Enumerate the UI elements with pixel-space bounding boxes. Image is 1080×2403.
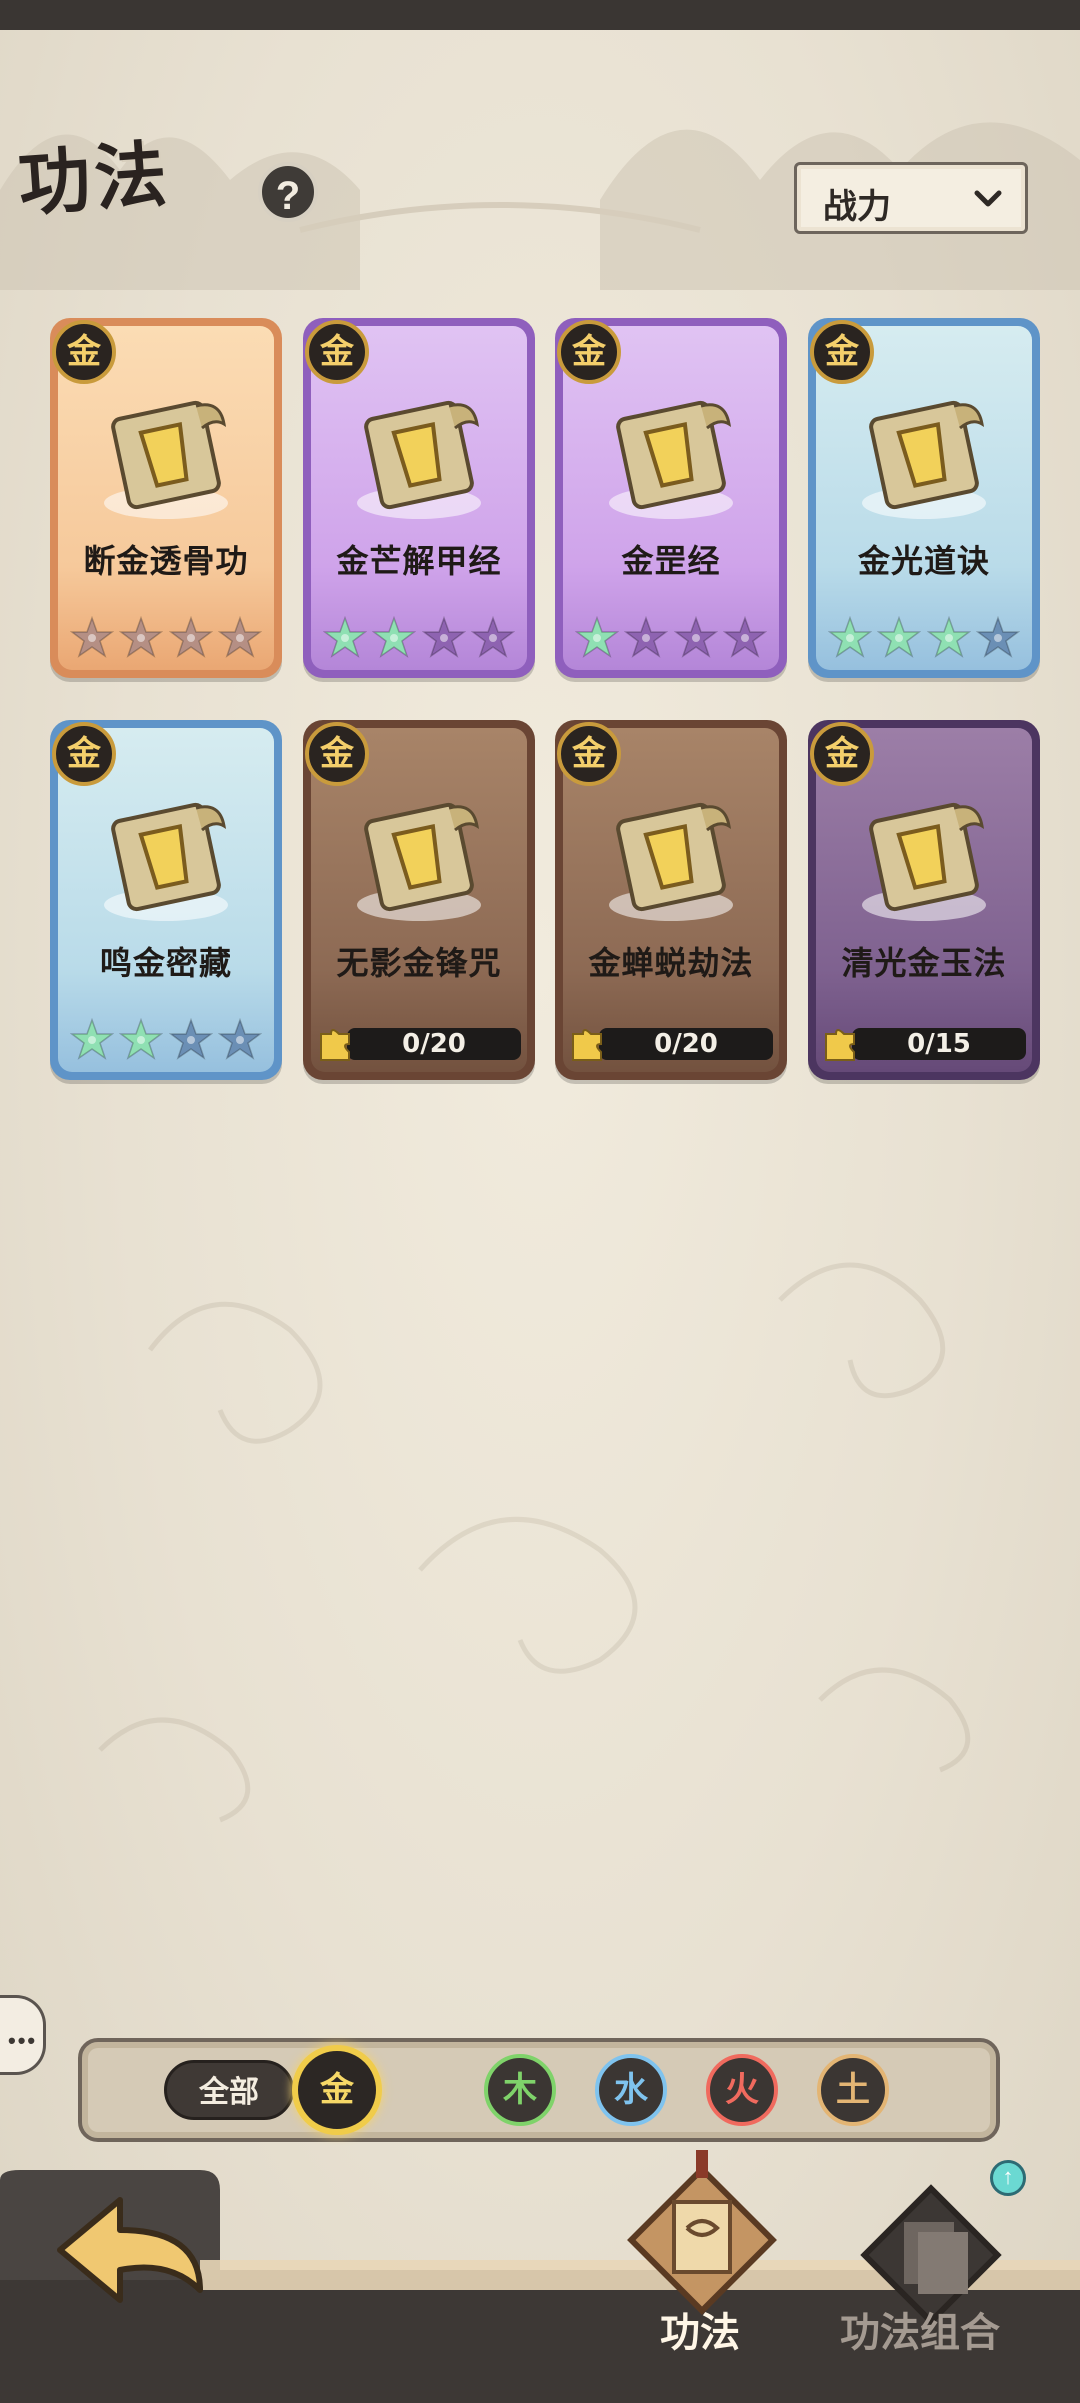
flower-star-icon bbox=[119, 616, 164, 658]
filter-element-5[interactable]: 土 bbox=[817, 2054, 889, 2126]
star-rating bbox=[70, 616, 262, 664]
fragment-count: 0/20 bbox=[599, 1028, 773, 1060]
chat-bubble-button[interactable]: ••• bbox=[0, 1995, 46, 2075]
flower-star-icon bbox=[168, 616, 213, 658]
upgrade-notification-icon: ↑ bbox=[990, 2160, 1026, 2196]
puzzle-piece-icon bbox=[825, 1029, 855, 1061]
flower-star-icon bbox=[877, 616, 922, 658]
filter-element-1[interactable]: 金 bbox=[292, 2045, 382, 2135]
flower-star-icon bbox=[470, 616, 515, 658]
element-badge: 金 bbox=[52, 722, 116, 786]
fragment-progress: 0/20 bbox=[569, 1024, 773, 1061]
flower-star-icon bbox=[168, 1018, 213, 1060]
cloud-pattern bbox=[98, 1262, 971, 1823]
technique-card[interactable]: 金无影金锋咒 0/20 bbox=[303, 720, 535, 1080]
technique-card[interactable]: 金鸣金密藏 bbox=[50, 720, 282, 1080]
flower-star-icon bbox=[323, 616, 367, 658]
help-button[interactable]: ? bbox=[258, 162, 318, 222]
puzzle-piece-icon bbox=[572, 1029, 602, 1061]
technique-name: 金光道诀 bbox=[857, 542, 990, 580]
technique-scroll-icon bbox=[844, 388, 1004, 528]
filter-element-2[interactable]: 木 bbox=[484, 2054, 556, 2126]
star-rating bbox=[575, 616, 767, 664]
flower-star-icon bbox=[575, 616, 619, 658]
technique-scroll-icon bbox=[86, 790, 246, 930]
technique-scroll-icon bbox=[591, 790, 751, 930]
fragment-count: 0/20 bbox=[347, 1028, 521, 1060]
technique-name: 鸣金密藏 bbox=[99, 944, 232, 982]
sort-dropdown[interactable]: 战力 bbox=[794, 162, 1028, 234]
technique-name: 金蝉蜕劫法 bbox=[588, 944, 754, 982]
technique-scroll-icon bbox=[86, 388, 246, 528]
flower-star-icon bbox=[926, 616, 971, 658]
technique-scroll-icon bbox=[339, 388, 499, 528]
star-rating bbox=[323, 616, 515, 664]
tab-techniques[interactable]: 功法 bbox=[612, 2150, 792, 2390]
status-bar bbox=[0, 0, 1080, 30]
fragment-progress: 0/15 bbox=[822, 1024, 1026, 1061]
tab-techniques-label: 功法 bbox=[660, 2310, 740, 2356]
element-badge: 金 bbox=[557, 320, 621, 384]
element-badge: 金 bbox=[52, 320, 116, 384]
element-badge: 金 bbox=[557, 722, 621, 786]
chevron-down-icon bbox=[974, 190, 1002, 207]
technique-card[interactable]: 金金光道诀 bbox=[808, 318, 1040, 678]
filter-element-3[interactable]: 水 bbox=[595, 2054, 667, 2126]
flower-star-icon bbox=[217, 1018, 262, 1060]
technique-name: 清光金玉法 bbox=[841, 944, 1007, 982]
puzzle-piece-icon bbox=[320, 1029, 350, 1061]
element-badge: 金 bbox=[305, 722, 369, 786]
technique-scroll-icon bbox=[339, 790, 499, 930]
flower-star-icon bbox=[722, 616, 767, 658]
technique-card[interactable]: 金金芒解甲经 bbox=[303, 318, 535, 678]
technique-scroll-icon bbox=[844, 790, 1004, 930]
technique-name: 无影金锋咒 bbox=[336, 944, 502, 982]
flower-star-icon bbox=[119, 1018, 164, 1060]
flower-star-icon bbox=[372, 616, 417, 658]
flower-star-icon bbox=[70, 1018, 114, 1060]
element-filter-bar: 全部 金 木水火土 bbox=[78, 2038, 1000, 2142]
technique-card[interactable]: 金金罡经 bbox=[555, 318, 787, 678]
star-rating bbox=[828, 616, 1020, 664]
technique-card[interactable]: 金金蝉蜕劫法 0/20 bbox=[555, 720, 787, 1080]
dots-icon: ••• bbox=[8, 2028, 38, 2053]
technique-name: 断金透骨功 bbox=[83, 542, 249, 580]
flower-star-icon bbox=[217, 616, 262, 658]
technique-name: 金罡经 bbox=[621, 542, 721, 580]
tab-technique-combo-label: 功法组合 bbox=[840, 2310, 1000, 2356]
filter-element-4[interactable]: 火 bbox=[706, 2054, 778, 2126]
sort-label: 战力 bbox=[823, 187, 891, 227]
technique-scroll-icon bbox=[591, 388, 751, 528]
flower-star-icon bbox=[975, 616, 1020, 658]
flower-star-icon bbox=[70, 616, 114, 658]
filter-all-button[interactable]: 全部 bbox=[164, 2060, 294, 2120]
flower-star-icon bbox=[673, 616, 718, 658]
technique-card[interactable]: 金清光金玉法 0/15 bbox=[808, 720, 1040, 1080]
technique-name: 金芒解甲经 bbox=[336, 542, 502, 580]
element-badge: 金 bbox=[810, 722, 874, 786]
technique-card[interactable]: 金断金透骨功 bbox=[50, 318, 282, 678]
flower-star-icon bbox=[624, 616, 669, 658]
element-badge: 金 bbox=[305, 320, 369, 384]
page-title: 功法 bbox=[15, 130, 174, 227]
flower-star-icon bbox=[421, 616, 466, 658]
element-badge: 金 bbox=[810, 320, 874, 384]
star-rating bbox=[70, 1018, 262, 1066]
fragment-progress: 0/20 bbox=[317, 1024, 521, 1061]
back-arrow-icon[interactable] bbox=[30, 2180, 230, 2320]
tab-technique-combo[interactable]: 功法组合 bbox=[836, 2170, 1066, 2390]
flower-star-icon bbox=[828, 616, 872, 658]
fragment-count: 0/15 bbox=[852, 1028, 1026, 1060]
